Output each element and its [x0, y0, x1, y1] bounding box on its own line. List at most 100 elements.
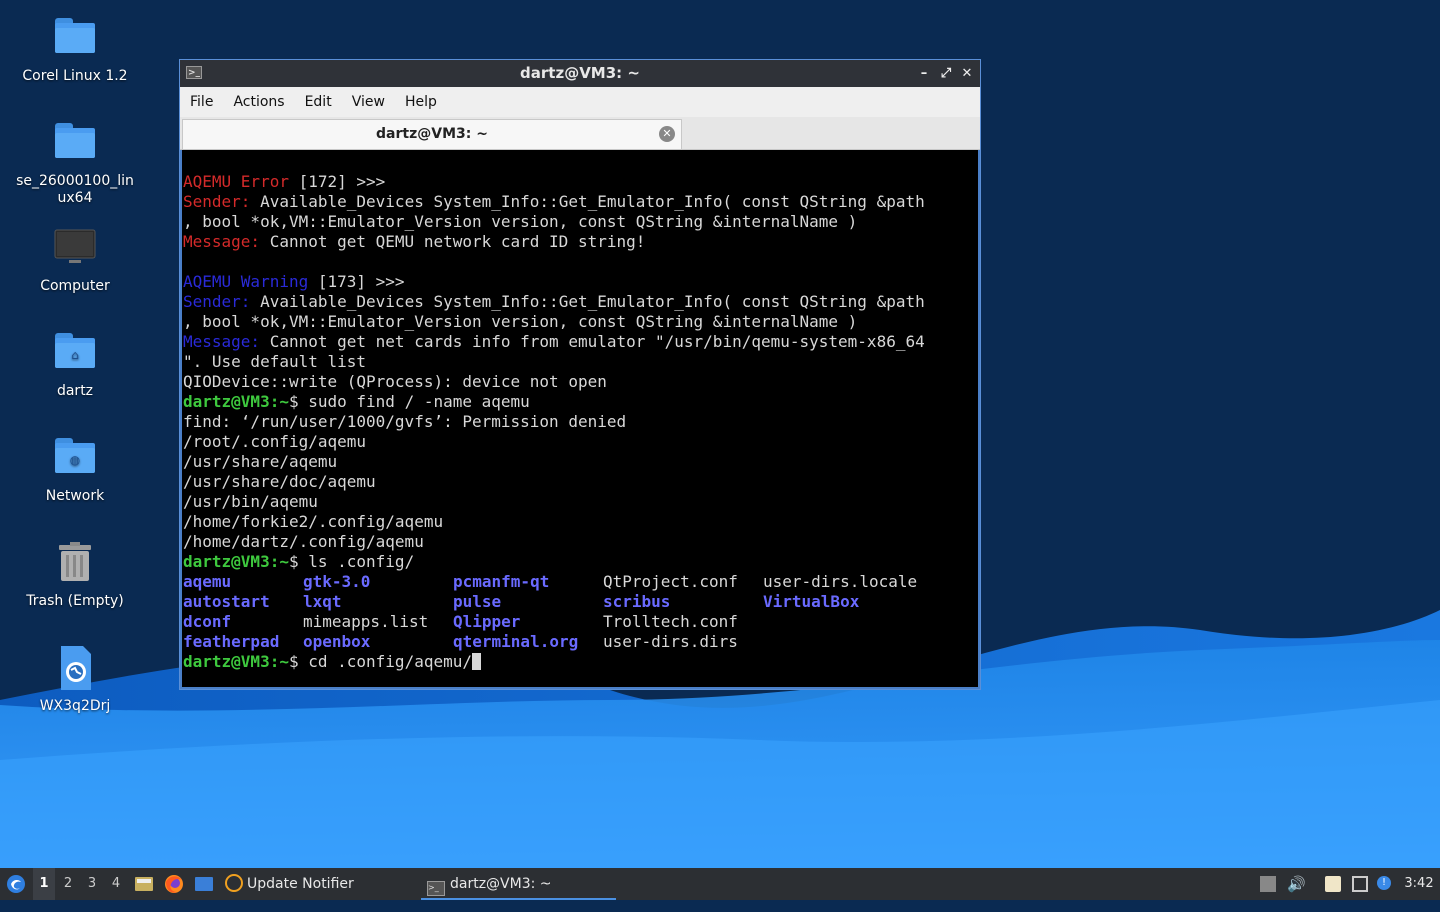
desktop-icon-label: Network	[45, 488, 105, 504]
terminal-text: /usr/bin/aqemu	[183, 492, 318, 511]
ls-entry: pulse	[453, 592, 502, 611]
desktop-icon-trash[interactable]: Trash (Empty)	[10, 539, 140, 610]
terminal-line: /usr/share/doc/aqemu	[183, 472, 978, 492]
ls-entry: dconf	[183, 612, 232, 631]
clipboard-icon[interactable]	[1325, 876, 1341, 892]
maximize-button[interactable]: ⤢	[936, 60, 956, 87]
menu-view[interactable]: View	[342, 87, 395, 117]
ls-entry: qterminal.org	[453, 632, 579, 651]
terminal-line: AQEMU Error [172] >>>	[183, 172, 978, 192]
desktop-icon-computer[interactable]: Computer	[10, 224, 140, 295]
close-button[interactable]: ✕	[957, 60, 977, 87]
terminal-line: /home/forkie2/.config/aqemu	[183, 512, 978, 532]
terminal-text: /root/.config/aqemu	[183, 432, 367, 451]
network-tray-icon[interactable]	[1352, 876, 1368, 892]
task-terminal[interactable]: >_ dartz@VM3: ~	[421, 868, 616, 900]
home-folder-icon: ⌂	[51, 329, 99, 377]
ls-entry: gtk-3.0	[303, 572, 371, 591]
terminal-line: Sender: Available_Devices System_Info::G…	[183, 192, 978, 212]
window-titlebar[interactable]: >_ dartz@VM3: ~ – ⤢ ✕	[180, 60, 980, 87]
terminal-line: /root/.config/aqemu	[183, 432, 978, 452]
terminal-text: $ ls .config/	[288, 552, 415, 571]
show-desktop-icon[interactable]	[193, 868, 215, 900]
task-label: Update Notifier	[247, 876, 354, 892]
terminal-text: dartz@VM3	[183, 392, 270, 411]
notification-icon[interactable]: !	[1377, 876, 1391, 890]
ls-entry: mimeapps.list	[303, 612, 429, 631]
start-menu-icon[interactable]	[4, 868, 28, 900]
clock[interactable]: 3:42	[1400, 868, 1438, 900]
folder-icon	[51, 119, 99, 167]
ls-entry: Qlipper	[453, 612, 521, 631]
ls-entry: QtProject.conf	[603, 572, 738, 591]
menu-edit[interactable]: Edit	[295, 87, 342, 117]
terminal-text: find: ‘/run/user/1000/gvfs’: Permission …	[183, 412, 627, 431]
ls-entry: featherpad	[183, 632, 280, 651]
terminal-text: /home/dartz/.config/aqemu	[183, 532, 424, 551]
terminal-window[interactable]: >_ dartz@VM3: ~ – ⤢ ✕ File Actions Edit Vie…	[179, 59, 981, 690]
desktop-icon-label: se_26000100_lin ux64	[16, 173, 134, 206]
firefox-icon[interactable]	[163, 868, 185, 900]
terminal-text: QIODevice::write (QProcess): device not …	[183, 372, 607, 391]
ls-entry: autostart	[183, 592, 270, 611]
file-manager-icon[interactable]	[134, 868, 154, 900]
network-folder-icon: ◍	[51, 434, 99, 482]
workspace-3[interactable]: 3	[81, 868, 103, 900]
volume-icon[interactable]: 🔊	[1287, 868, 1307, 900]
desktop-icon-label: WX3q2Drj	[39, 698, 111, 714]
desktop-icon-corel-linux[interactable]: Corel Linux 1.2	[10, 14, 140, 85]
command-input[interactable]: $ cd .config/aqemu/	[289, 652, 472, 671]
terminal-line: dartz@VM3:~$ ls .config/	[183, 552, 978, 572]
terminal-text: Message:	[183, 332, 261, 351]
terminal-line: /usr/bin/aqemu	[183, 492, 978, 512]
workspace-1[interactable]: 1	[33, 868, 55, 900]
web-file-icon	[51, 644, 99, 692]
terminal-line: find: ‘/run/user/1000/gvfs’: Permission …	[183, 412, 978, 432]
menu-actions[interactable]: Actions	[223, 87, 294, 117]
desktop-icon-dartz-home[interactable]: ⌂ dartz	[10, 329, 140, 400]
terminal-line: Sender: Available_Devices System_Info::G…	[183, 292, 978, 312]
terminal-text: Available_Devices System_Info::Get_Emula…	[250, 292, 925, 311]
desktop-icon-label: dartz	[56, 383, 94, 399]
terminal-text: /usr/share/aqemu	[183, 452, 338, 471]
desktop-icon-label: Trash (Empty)	[26, 593, 124, 609]
ls-entry: user-dirs.dirs	[603, 632, 738, 651]
terminal-text: AQEMU Error	[183, 172, 289, 191]
menu-help[interactable]: Help	[395, 87, 447, 117]
terminal-line: /usr/share/aqemu	[183, 452, 978, 472]
workspace-2[interactable]: 2	[57, 868, 79, 900]
tab-close-icon[interactable]: ✕	[659, 126, 675, 142]
ls-entry: lxqt	[303, 592, 342, 611]
desktop-icon-se-linux[interactable]: se_26000100_lin ux64	[10, 119, 140, 207]
minimize-button[interactable]: –	[914, 60, 934, 87]
text-cursor	[472, 653, 481, 670]
menu-file[interactable]: File	[180, 87, 223, 117]
prompt-path: :~	[269, 652, 289, 671]
computer-icon	[51, 224, 99, 272]
terminal-tab[interactable]: dartz@VM3: ~ ✕	[182, 119, 682, 149]
terminal-line: , bool *ok,VM::Emulator_Version version,…	[183, 312, 978, 332]
terminal-text: ". Use default list	[183, 352, 367, 371]
task-label: dartz@VM3: ~	[450, 876, 552, 892]
desktop-icon-network[interactable]: ◍ Network	[10, 434, 140, 505]
tray-arrow-icon[interactable]	[1260, 876, 1276, 892]
task-update-notifier[interactable]: Update Notifier	[225, 868, 370, 900]
terminal-icon: >_	[427, 881, 445, 896]
workspace-4[interactable]: 4	[105, 868, 127, 900]
terminal-line: QIODevice::write (QProcess): device not …	[183, 372, 978, 392]
desktop-icon-wx3q2drj[interactable]: WX3q2Drj	[10, 644, 140, 715]
ls-entry: VirtualBox	[763, 592, 860, 611]
ls-output-row: featherpad openbox qterminal.org user-dirs.…	[183, 632, 978, 652]
terminal-line: , bool *ok,VM::Emulator_Version version,…	[183, 212, 978, 232]
desktop-icon-label: Computer	[40, 278, 110, 294]
terminal-text: :~	[269, 392, 289, 411]
desktop-icon-label: Corel Linux 1.2	[22, 68, 128, 84]
terminal-output[interactable]: AQEMU Error [172] >>> Sender: Available_D…	[180, 150, 980, 689]
ls-output-row: autostart lxqt pulse scribus VirtualBox	[183, 592, 978, 612]
terminal-prompt-line[interactable]: dartz@VM3:~$ cd .config/aqemu/	[183, 652, 978, 672]
terminal-text: dartz@VM3	[183, 552, 270, 571]
ls-entry: user-dirs.locale	[763, 572, 918, 591]
ls-entry: pcmanfm-qt	[453, 572, 550, 591]
terminal-line: Message: Cannot get QEMU network card ID…	[183, 232, 978, 252]
